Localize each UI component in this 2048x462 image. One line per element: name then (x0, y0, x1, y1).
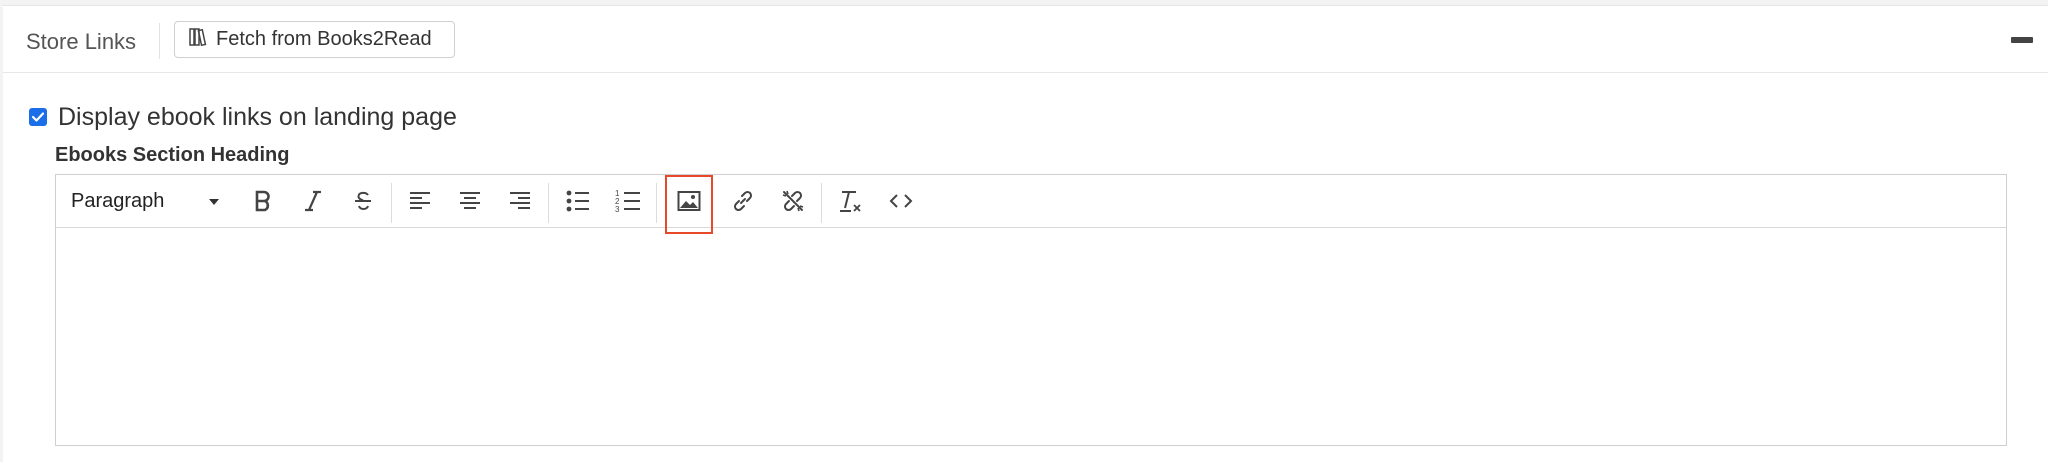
minus-icon[interactable] (2011, 37, 2033, 43)
numbered-list-icon[interactable]: 123 (611, 183, 645, 219)
fetch-button-label: Fetch from Books2Read (216, 28, 432, 50)
chevron-down-icon (209, 199, 219, 205)
insert-image-highlight (665, 175, 713, 234)
books-icon (188, 26, 216, 54)
toolbar-divider (821, 183, 822, 223)
align-left-icon[interactable] (403, 183, 437, 219)
ebooks-section-heading-label: Ebooks Section Heading (55, 144, 290, 166)
clear-formatting-icon[interactable] (834, 183, 868, 219)
header-divider (159, 23, 160, 59)
display-ebook-links-option[interactable]: Display ebook links on landing page (29, 102, 457, 132)
format-select-value: Paragraph (71, 189, 165, 212)
toolbar-divider (656, 183, 657, 223)
strikethrough-icon[interactable] (346, 183, 380, 219)
insert-link-icon[interactable] (726, 183, 760, 219)
align-right-icon[interactable] (503, 183, 537, 219)
rich-text-editor: Paragraph 1 2 3 (55, 174, 2007, 446)
display-ebook-links-label[interactable]: Display ebook links on landing page (58, 102, 457, 132)
panel-title: Store Links (26, 29, 137, 54)
toolbar-divider (548, 183, 549, 223)
panel-header: Store Links Fetch from Books2Read (3, 6, 2048, 73)
bold-icon[interactable] (246, 183, 280, 219)
store-links-panel: Store Links Fetch from Books2Read Displa… (3, 5, 2048, 462)
editor-toolbar: Paragraph 1 2 3 (56, 175, 2006, 234)
remove-link-icon[interactable] (776, 183, 810, 219)
display-ebook-links-checkbox[interactable] (29, 108, 47, 126)
svg-text:3: 3 (615, 205, 620, 214)
bulleted-list-icon[interactable] (561, 183, 595, 219)
italic-icon[interactable] (296, 183, 330, 219)
toolbar-divider (391, 183, 392, 223)
format-select[interactable]: Paragraph (71, 183, 221, 219)
source-code-icon[interactable] (884, 183, 918, 219)
editor-content-area[interactable] (56, 228, 2006, 445)
align-center-icon[interactable] (453, 183, 487, 219)
fetch-books2read-button[interactable]: Fetch from Books2Read (174, 21, 455, 58)
